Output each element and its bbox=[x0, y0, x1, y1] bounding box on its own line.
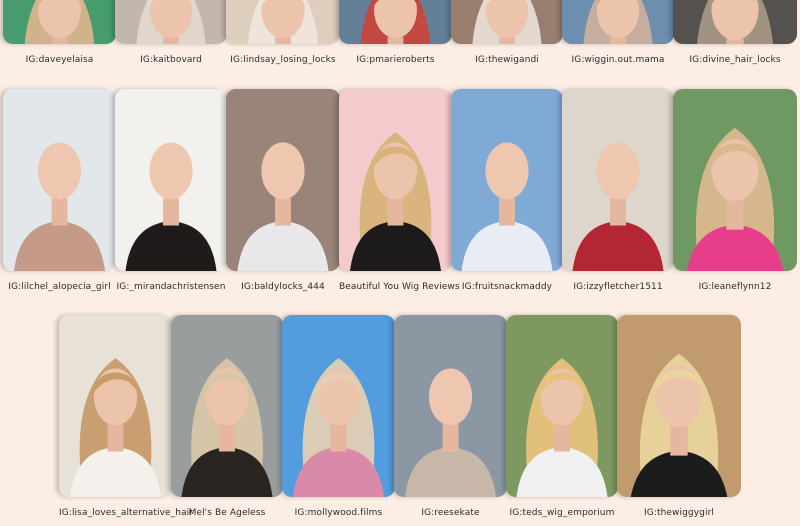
portrait-illustration bbox=[451, 89, 563, 271]
profile-card[interactable]: Mel's Be Ageless bbox=[171, 315, 283, 518]
profile-card[interactable]: IG:mollywood.films bbox=[282, 315, 395, 518]
portrait-illustration bbox=[562, 89, 674, 271]
profile-card[interactable]: IG:baldylocks_444 bbox=[226, 89, 340, 292]
profile-caption: IG:pmarieroberts bbox=[356, 55, 435, 65]
profile-card[interactable]: IG:teds_wig_emporium bbox=[506, 315, 618, 518]
profile-caption: IG:lilchel_alopecia_girl bbox=[8, 282, 111, 292]
profile-caption: IG:_mirandachristensen bbox=[116, 282, 226, 292]
profile-photo[interactable] bbox=[339, 0, 452, 44]
profile-caption: IG:lisa_loves_alternative_hair bbox=[59, 508, 194, 518]
profile-caption: Beautiful You Wig Reviews bbox=[339, 282, 460, 292]
profile-card[interactable]: Beautiful You Wig Reviews bbox=[339, 89, 460, 292]
profile-card[interactable]: IG:reesekate bbox=[394, 315, 507, 518]
profile-caption: IG:teds_wig_emporium bbox=[509, 508, 615, 518]
portrait-illustration bbox=[115, 0, 227, 44]
profile-caption: IG:leaneflynn12 bbox=[698, 282, 772, 292]
profile-photo[interactable] bbox=[226, 0, 340, 44]
profile-photo[interactable] bbox=[562, 0, 674, 44]
profile-caption: IG:reesekate bbox=[421, 508, 480, 518]
profile-photo[interactable] bbox=[673, 89, 797, 271]
profile-caption: IG:thewigandi bbox=[475, 55, 539, 65]
profile-caption: IG:lindsay_losing_locks bbox=[230, 55, 336, 65]
profile-caption: IG:thewiggygirl bbox=[644, 508, 714, 518]
portrait-illustration bbox=[171, 315, 283, 497]
portrait-illustration bbox=[673, 0, 797, 44]
portrait-illustration bbox=[59, 315, 172, 497]
portrait-illustration bbox=[506, 315, 618, 497]
profile-caption: Mel's Be Ageless bbox=[188, 508, 266, 518]
profile-photo[interactable] bbox=[171, 315, 283, 497]
portrait-illustration bbox=[3, 89, 116, 271]
profile-card[interactable]: IG:thewigandi bbox=[451, 0, 563, 65]
profile-caption: IG:mollywood.films bbox=[294, 508, 383, 518]
profile-card[interactable]: IG:lilchel_alopecia_girl bbox=[3, 89, 116, 292]
profile-card[interactable]: IG:lindsay_losing_locks bbox=[226, 0, 340, 65]
profile-caption: IG:kaitbovard bbox=[140, 55, 202, 65]
profile-caption: IG:baldylocks_444 bbox=[241, 282, 325, 292]
portrait-illustration bbox=[226, 89, 340, 271]
profile-photo[interactable] bbox=[115, 0, 227, 44]
profile-photo[interactable] bbox=[562, 89, 674, 271]
profile-photo[interactable] bbox=[617, 315, 741, 497]
portrait-illustration bbox=[673, 89, 797, 271]
portrait-illustration bbox=[282, 315, 395, 497]
portrait-illustration bbox=[226, 0, 340, 44]
portrait-illustration bbox=[339, 89, 452, 271]
profile-caption: IG:divine_hair_locks bbox=[689, 55, 781, 65]
profile-card[interactable]: IG:daveyelaisa bbox=[3, 0, 116, 65]
profile-card[interactable]: IG:izzyfletcher1511 bbox=[562, 89, 674, 292]
profile-card[interactable]: IG:wiggin.out.mama bbox=[562, 0, 674, 65]
profile-photo[interactable] bbox=[339, 89, 452, 271]
profile-photo[interactable] bbox=[673, 0, 797, 44]
portrait-illustration bbox=[451, 0, 563, 44]
profile-photo[interactable] bbox=[3, 89, 116, 271]
profile-photo[interactable] bbox=[3, 0, 116, 44]
profile-photo[interactable] bbox=[59, 315, 172, 497]
portrait-illustration bbox=[339, 0, 452, 44]
profile-photo[interactable] bbox=[506, 315, 618, 497]
portrait-illustration bbox=[617, 315, 741, 497]
profile-card[interactable]: IG:divine_hair_locks bbox=[673, 0, 797, 65]
profile-caption: IG:izzyfletcher1511 bbox=[573, 282, 663, 292]
profile-caption: IG:fruitsnackmaddy bbox=[461, 282, 553, 292]
profile-card[interactable]: IG:lisa_loves_alternative_hair bbox=[59, 315, 194, 518]
profile-photo[interactable] bbox=[226, 89, 340, 271]
profile-card[interactable]: IG:thewiggygirl bbox=[617, 315, 741, 518]
profile-photo[interactable] bbox=[115, 89, 227, 271]
portrait-illustration bbox=[562, 0, 674, 44]
profile-caption: IG:daveyelaisa bbox=[25, 55, 94, 65]
profile-photo[interactable] bbox=[282, 315, 395, 497]
profile-photo[interactable] bbox=[451, 89, 563, 271]
profile-card[interactable]: IG:_mirandachristensen bbox=[115, 89, 227, 292]
profile-photo[interactable] bbox=[394, 315, 507, 497]
portrait-illustration bbox=[394, 315, 507, 497]
profile-card[interactable]: IG:kaitbovard bbox=[115, 0, 227, 65]
portrait-illustration bbox=[115, 89, 227, 271]
profile-card[interactable]: IG:pmarieroberts bbox=[339, 0, 452, 65]
portrait-illustration bbox=[3, 0, 116, 44]
profile-photo[interactable] bbox=[451, 0, 563, 44]
profile-card[interactable]: IG:leaneflynn12 bbox=[673, 89, 797, 292]
profile-caption: IG:wiggin.out.mama bbox=[571, 55, 665, 65]
profile-card[interactable]: IG:fruitsnackmaddy bbox=[451, 89, 563, 292]
